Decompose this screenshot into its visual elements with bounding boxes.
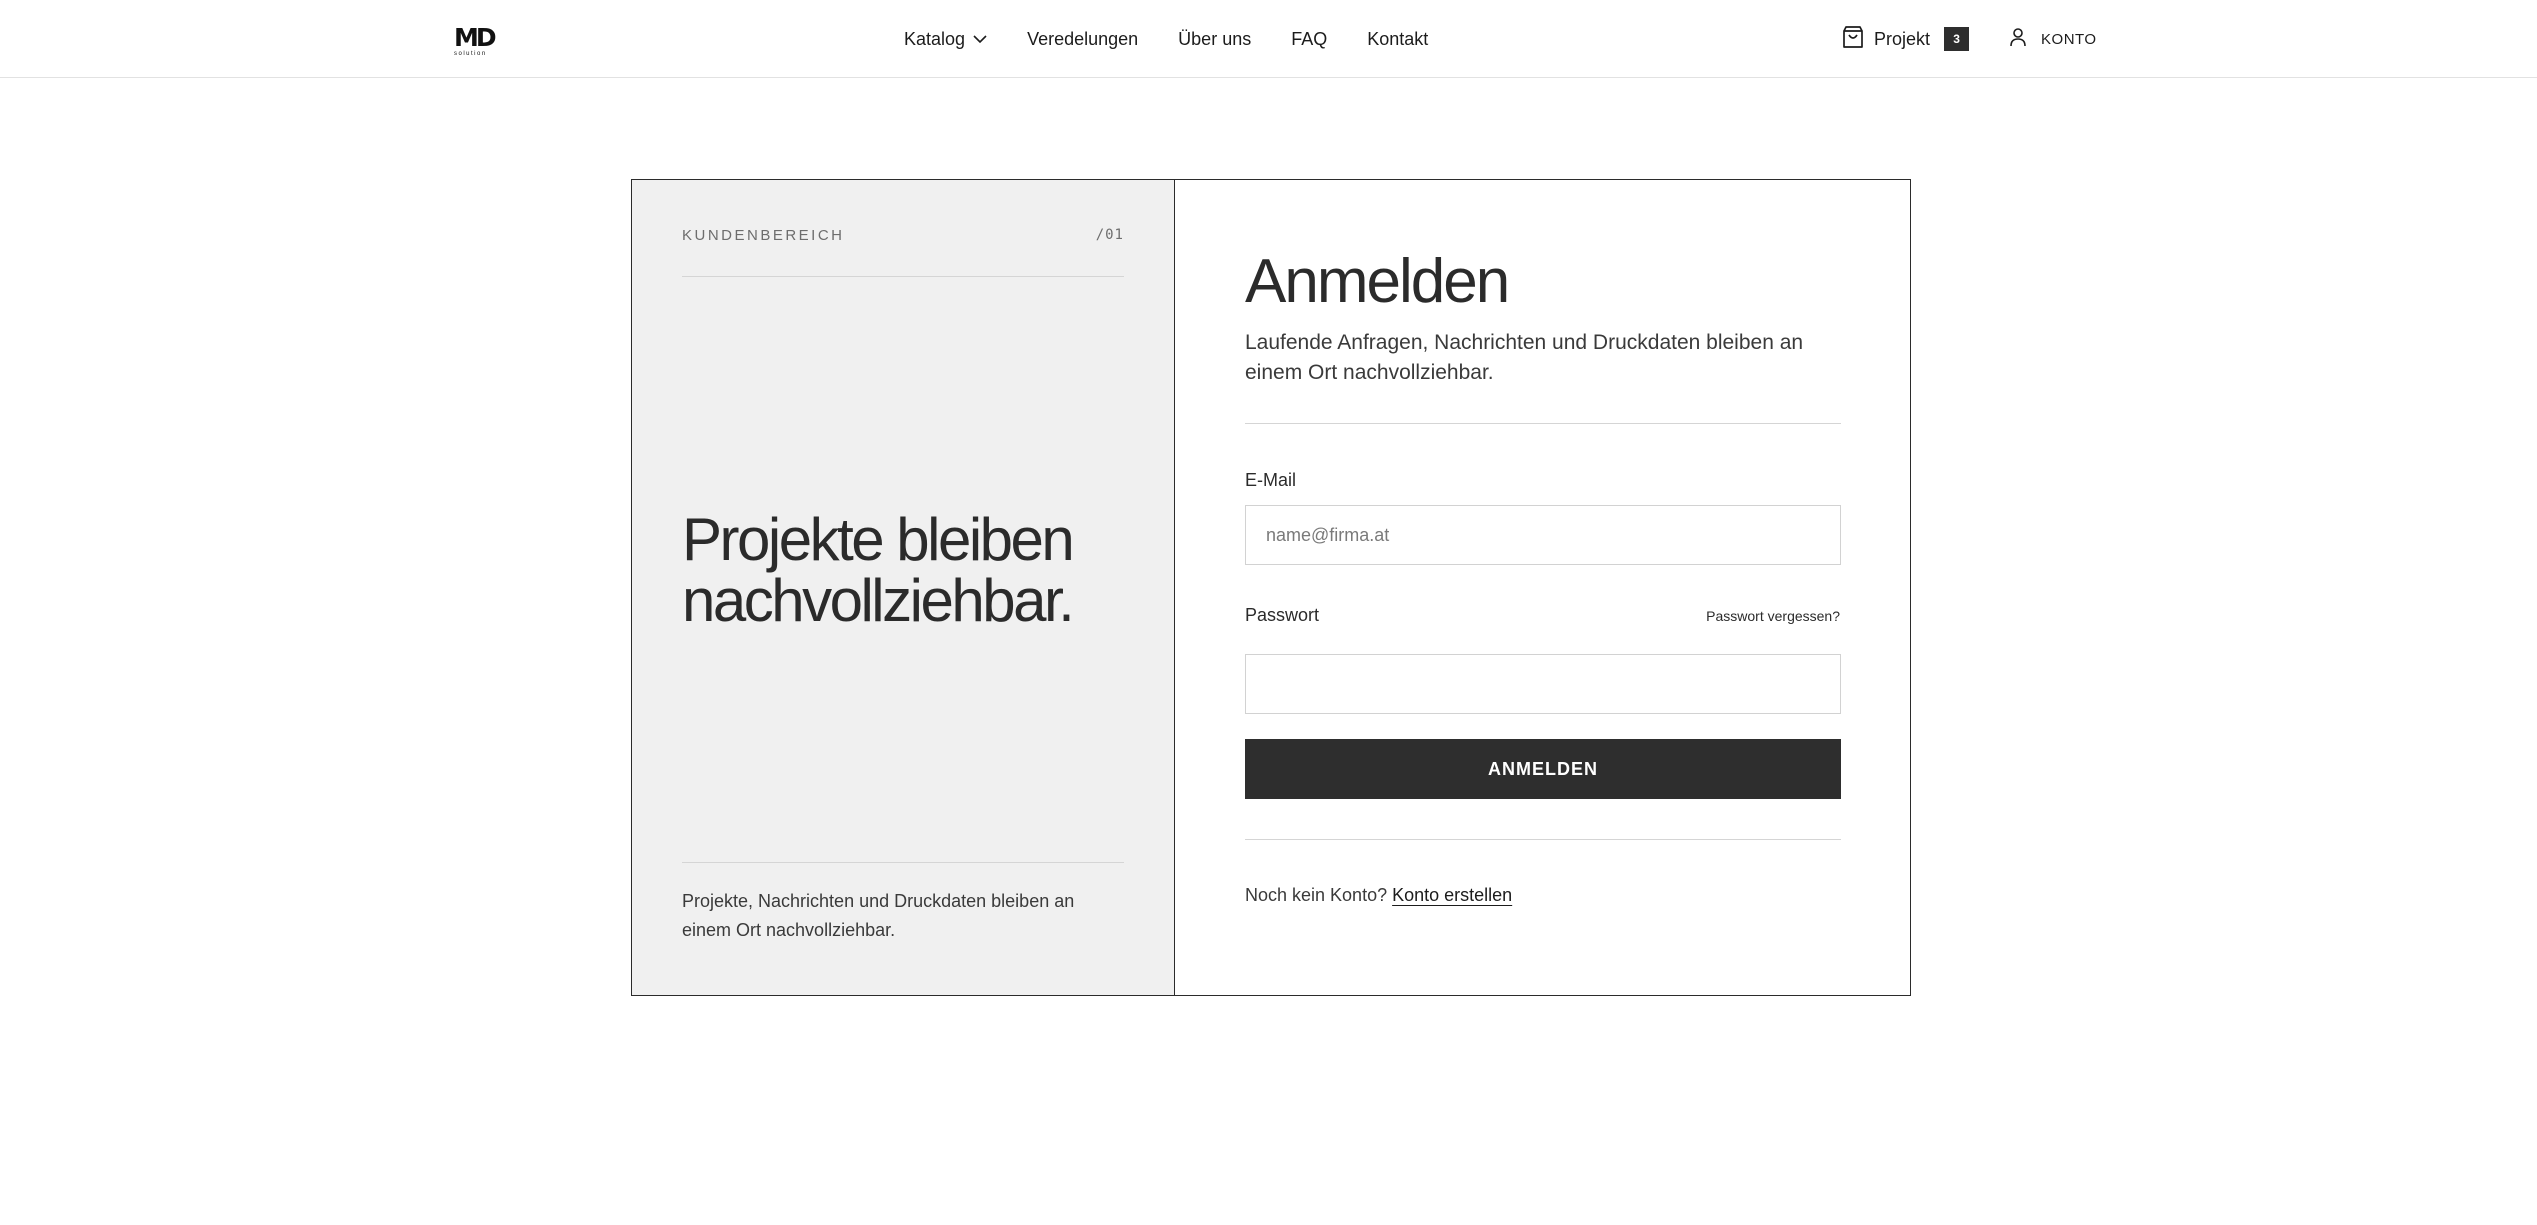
nav-item-label: FAQ [1291,28,1328,49]
page-subtitle: Laufende Anfragen, Nachrichten und Druck… [1245,331,1804,384]
info-footnote: Projekte, Nachrichten und Druckdaten ble… [682,891,1075,940]
user-icon [2009,27,2027,51]
divider [682,862,1124,863]
login-card: KUNDENBEREICH /01 Projekte bleiben nachv… [631,179,1911,996]
chevron-down-icon [973,34,987,44]
email-label: E-Mail [1245,470,1297,490]
project-label: Projekt [1874,28,1931,49]
main-nav: Katalog Veredelungen Über uns FAQ Kontak… [904,0,1428,78]
nav-item-label: Veredelungen [1027,28,1139,49]
register-prompt: Noch kein Konto? Konto erstellen [1245,885,1512,906]
divider [1245,423,1841,424]
register-text: Noch kein Konto? [1245,885,1388,905]
login-button[interactable]: ANMELDEN [1245,739,1841,799]
nav-item-veredelungen[interactable]: Veredelungen [1027,29,1138,50]
step-number: /01 [1095,227,1124,243]
eyebrow-label: KUNDENBEREICH [682,227,845,244]
project-link[interactable]: Projekt 3 [1842,25,1970,54]
nav-item-ueber-uns[interactable]: Über uns [1178,29,1251,50]
login-form-panel: Anmelden Laufende Anfragen, Nachrichten … [1175,180,1910,995]
site-header: MD solution Katalog Veredelungen Über un… [0,0,2537,78]
header-actions: Projekt 3 KONTO [1842,0,2097,78]
info-heading-line-2: nachvollziehbar. [682,567,1075,634]
info-heading: Projekte bleiben nachvollziehbar. [682,509,1142,631]
create-account-link[interactable]: Konto erstellen [1392,885,1512,905]
logo-mark: MD [454,23,497,52]
info-panel: KUNDENBEREICH /01 Projekte bleiben nachv… [632,180,1175,995]
nav-item-katalog[interactable]: Katalog [904,29,987,50]
page-title: Anmelden [1245,247,1510,316]
nav-item-label: Über uns [1178,28,1252,49]
project-count-badge: 3 [1944,27,1970,51]
nav-item-kontakt[interactable]: Kontakt [1367,29,1428,50]
info-heading-line-1: Projekte bleiben [682,506,1075,573]
nav-item-faq[interactable]: FAQ [1291,29,1327,50]
password-label: Passwort [1245,605,1320,625]
forgot-password-link[interactable]: Passwort vergessen? [1706,608,1840,624]
info-panel-header: KUNDENBEREICH /01 [682,227,1124,257]
password-field[interactable] [1245,654,1841,714]
nav-item-label: Kontakt [1367,28,1429,49]
account-label: KONTO [2041,30,2097,48]
shopping-bag-icon [1842,25,1864,54]
divider [1245,839,1841,840]
logo[interactable]: MD solution [454,23,498,58]
divider [682,276,1124,277]
nav-item-label: Katalog [904,28,966,49]
email-field[interactable] [1245,505,1841,565]
account-link[interactable]: KONTO [2009,27,2097,51]
